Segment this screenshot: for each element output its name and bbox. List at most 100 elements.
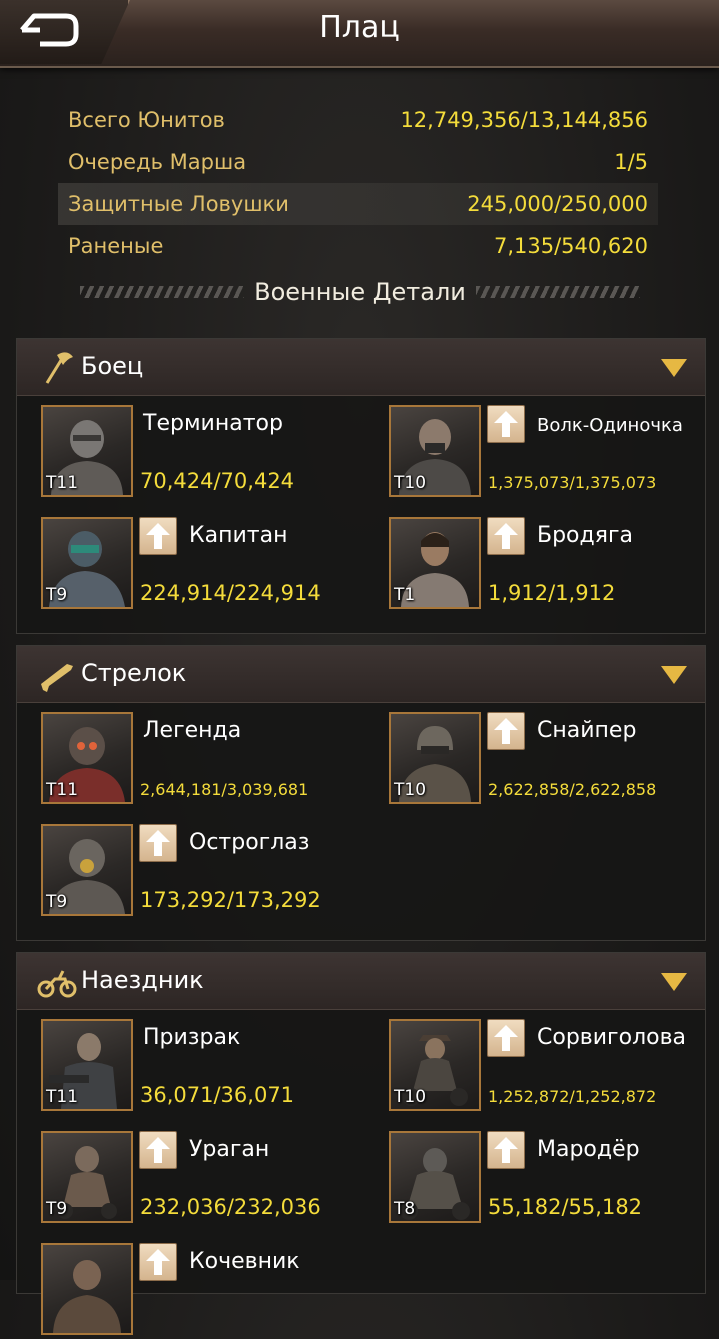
unit-tier: T11 xyxy=(46,1087,79,1107)
military-details-divider: Военные Детали xyxy=(80,278,640,306)
unit-card[interactable]: T11 Терминатор 70,424/70,424 xyxy=(41,405,361,501)
upgrade-button[interactable] xyxy=(487,405,525,443)
unit-tier: T9 xyxy=(46,1199,68,1219)
upgrade-button[interactable] xyxy=(139,1131,177,1169)
upgrade-button[interactable] xyxy=(139,824,177,862)
unit-card[interactable]: T8 Мародёр 55,182/55,182 xyxy=(389,1131,709,1227)
unit-tier: T10 xyxy=(394,1087,427,1107)
unit-tier: T8 xyxy=(394,1199,416,1219)
upgrade-button[interactable] xyxy=(139,517,177,555)
upgrade-arrow-icon xyxy=(146,830,170,856)
unit-card[interactable]: T9 Ураган 232,036/232,036 xyxy=(41,1131,361,1227)
unit-name: Мародёр xyxy=(537,1137,640,1162)
unit-portrait: T11 xyxy=(41,1019,133,1111)
unit-portrait: T9 xyxy=(41,517,133,609)
unit-name: Снайпер xyxy=(537,718,637,743)
unit-portrait: T9 xyxy=(41,1131,133,1223)
unit-name: Бродяга xyxy=(537,523,634,548)
upgrade-arrow-icon xyxy=(146,1249,170,1275)
unit-card[interactable]: T10 Снайпер 2,622,858/2,622,858 xyxy=(389,712,709,808)
section-title: Стрелок xyxy=(81,659,187,687)
unit-count: 1,252,872/1,252,872 xyxy=(488,1087,657,1106)
axe-icon xyxy=(45,352,73,384)
upgrade-arrow-icon xyxy=(146,523,170,549)
unit-card[interactable]: T10 Волк-Одиночка 1,375,073/1,375,073 xyxy=(389,405,709,501)
rifle-icon xyxy=(41,664,73,692)
unit-portrait: T11 xyxy=(41,405,133,497)
section-shooter: Стрелок T11 Легенда 2,644,181/3,039,681 … xyxy=(16,645,706,941)
chevron-down-icon[interactable] xyxy=(661,666,687,684)
upgrade-button[interactable] xyxy=(487,1131,525,1169)
unit-name: Легенда xyxy=(143,718,242,743)
stat-row-defense-traps: Защитные Ловушки 245,000/250,000 xyxy=(58,183,658,225)
unit-portrait xyxy=(41,1243,133,1335)
page-title: Плац xyxy=(319,10,400,45)
stat-label: Защитные Ловушки xyxy=(68,192,289,216)
military-details-title: Военные Детали xyxy=(254,278,466,306)
unit-name: Капитан xyxy=(189,523,288,548)
unit-card[interactable]: T9 Капитан 224,914/224,914 xyxy=(41,517,361,613)
unit-tier: T1 xyxy=(394,585,416,605)
stat-value: 12,749,356/13,144,856 xyxy=(400,108,648,132)
unit-name: Призрак xyxy=(143,1025,241,1050)
unit-count: 224,914/224,914 xyxy=(140,581,321,605)
chevron-down-icon[interactable] xyxy=(661,973,687,991)
divider-hatch xyxy=(475,286,640,298)
upgrade-button[interactable] xyxy=(139,1243,177,1281)
unit-card[interactable]: T10 Сорвиголова 1,252,872/1,252,872 xyxy=(389,1019,709,1115)
section-header-shooter[interactable]: Стрелок xyxy=(17,646,705,703)
unit-tier: T11 xyxy=(46,780,79,800)
section-header-rider[interactable]: Наездник xyxy=(17,953,705,1010)
upgrade-button[interactable] xyxy=(487,1019,525,1057)
unit-name: Ураган xyxy=(189,1137,270,1162)
unit-name: Кочевник xyxy=(189,1249,300,1274)
stat-row-wounded: Раненые 7,135/540,620 xyxy=(58,225,658,267)
unit-portrait: T10 xyxy=(389,405,481,497)
unit-portrait: T11 xyxy=(41,712,133,804)
unit-count: 1,912/1,912 xyxy=(488,581,616,605)
unit-name: Волк-Одиночка xyxy=(537,415,683,436)
upgrade-arrow-icon xyxy=(494,1137,518,1163)
upgrade-arrow-icon xyxy=(494,1025,518,1051)
section-header-fighter[interactable]: Боец xyxy=(17,339,705,396)
top-bar: Плац xyxy=(0,0,719,68)
unit-count: 232,036/232,036 xyxy=(140,1195,321,1219)
upgrade-button[interactable] xyxy=(487,712,525,750)
upgrade-arrow-icon xyxy=(494,718,518,744)
stat-row-march-queue: Очередь Марша 1/5 xyxy=(58,141,658,183)
unit-count: 2,644,181/3,039,681 xyxy=(140,780,309,799)
unit-card[interactable]: Кочевник xyxy=(41,1243,361,1339)
unit-card[interactable]: T9 Остроглаз 173,292/173,292 xyxy=(41,824,361,920)
upgrade-arrow-icon xyxy=(494,411,518,437)
stats-panel: Всего Юнитов 12,749,356/13,144,856 Очере… xyxy=(58,99,658,267)
unit-count: 1,375,073/1,375,073 xyxy=(488,473,657,492)
stat-row-total-units: Всего Юнитов 12,749,356/13,144,856 xyxy=(58,99,658,141)
unit-portrait: T10 xyxy=(389,712,481,804)
unit-name: Остроглаз xyxy=(189,830,310,855)
unit-tier: T9 xyxy=(46,892,68,912)
unit-portrait: T1 xyxy=(389,517,481,609)
unit-tier: T10 xyxy=(394,473,427,493)
stat-value: 245,000/250,000 xyxy=(467,192,648,216)
unit-portrait: T8 xyxy=(389,1131,481,1223)
unit-card[interactable]: T11 Призрак 36,071/36,071 xyxy=(41,1019,361,1115)
upgrade-arrow-icon xyxy=(146,1137,170,1163)
stat-value: 7,135/540,620 xyxy=(493,234,648,258)
unit-count: 2,622,858/2,622,858 xyxy=(488,780,657,799)
chevron-down-icon[interactable] xyxy=(661,359,687,377)
unit-count: 36,071/36,071 xyxy=(140,1083,295,1107)
unit-portrait: T10 xyxy=(389,1019,481,1111)
section-fighter: Боец T11 Терминатор 70,424/70,424 T10 Во… xyxy=(16,338,706,634)
motorcycle-icon xyxy=(37,970,77,998)
stat-label: Раненые xyxy=(68,234,164,258)
unit-card[interactable]: T1 Бродяга 1,912/1,912 xyxy=(389,517,709,613)
section-title: Наездник xyxy=(81,966,204,994)
unit-name: Терминатор xyxy=(143,411,283,436)
divider-hatch xyxy=(80,286,245,298)
stat-value: 1/5 xyxy=(614,150,648,174)
unit-card[interactable]: T11 Легенда 2,644,181/3,039,681 xyxy=(41,712,361,808)
stat-label: Очередь Марша xyxy=(68,150,247,174)
unit-count: 55,182/55,182 xyxy=(488,1195,643,1219)
upgrade-button[interactable] xyxy=(487,517,525,555)
stat-label: Всего Юнитов xyxy=(68,108,225,132)
